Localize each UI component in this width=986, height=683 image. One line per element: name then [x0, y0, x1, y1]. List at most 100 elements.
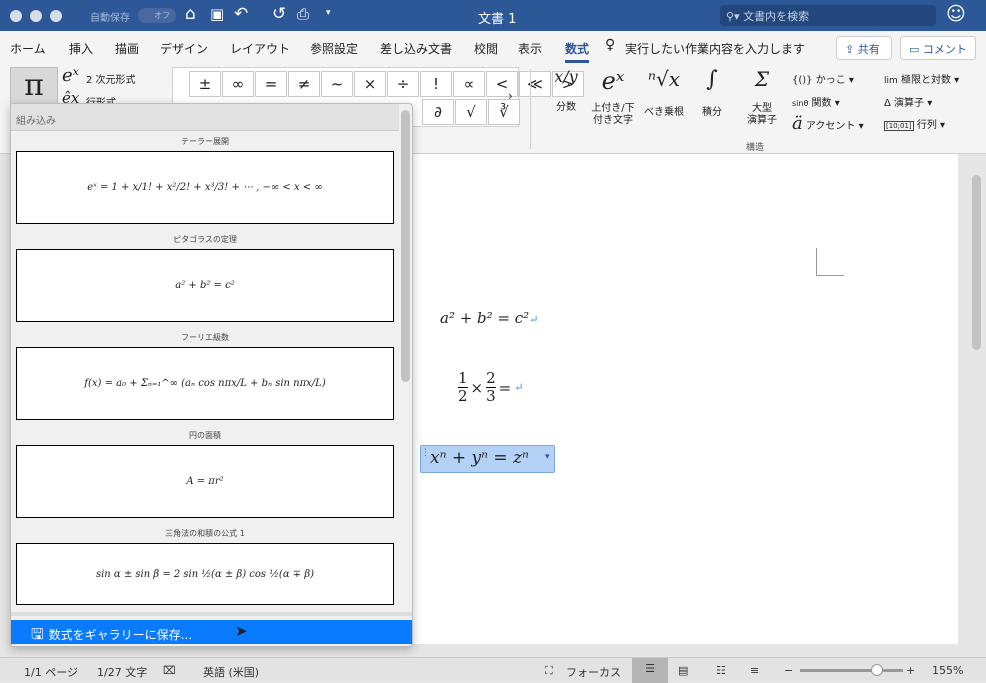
tab-mailings[interactable]: 差し込み文書 — [380, 40, 452, 57]
gallery-item[interactable]: f(x) = a₀ + Σₙ₌₁^∞ (aₙ cos nπx/L + bₙ si… — [16, 347, 394, 420]
gallery-item-title: 円の面積 — [189, 431, 221, 440]
integral-label: 積分 — [702, 107, 722, 118]
symbol-button[interactable]: ! — [420, 71, 452, 97]
integral-button[interactable]: ∫ 積分 — [692, 67, 732, 118]
zoom-slider[interactable] — [800, 664, 903, 676]
symbol-button[interactable]: ≠ — [288, 71, 320, 97]
bracket-button[interactable]: {()} かっこ ▾ — [792, 71, 854, 86]
pi-icon: π — [24, 68, 44, 103]
equation-gallery-dropdown: 組み込み テーラー展開 eˣ = 1 + x/1! + x²/2! + x³/3!… — [10, 103, 413, 647]
script-button[interactable]: eˣ 上付き/下 付き文字 — [588, 67, 638, 127]
zoom-level[interactable]: 155% — [932, 664, 963, 677]
share-button[interactable]: ⇪ 共有 — [836, 36, 892, 60]
close-button[interactable] — [10, 10, 22, 22]
operator-label: 演算子 — [894, 98, 925, 109]
equation-fraction[interactable]: 12 × 23 = ↵ — [458, 370, 523, 405]
radical-button[interactable]: ⁿ√x べき乗根 — [640, 67, 688, 118]
gallery-item[interactable]: a² + b² = c² — [16, 249, 394, 322]
gallery-item-title: フーリエ級数 — [181, 333, 229, 342]
function-button[interactable]: sinθ 関数 ▾ — [792, 94, 840, 109]
symbol-button[interactable]: ∝ — [453, 71, 485, 97]
autosave-toggle[interactable]: オフ — [138, 8, 176, 23]
limit-label: 極限と対数 — [900, 75, 951, 86]
tab-home[interactable]: ホーム — [10, 40, 46, 57]
comment-button[interactable]: ▭ コメント — [900, 36, 976, 60]
word-count[interactable]: 1/27 文字 — [97, 664, 147, 680]
symbol-partial[interactable]: ∂ — [422, 99, 454, 125]
symbol-sqrt[interactable]: √ — [455, 99, 487, 125]
symbol-button[interactable]: ± — [189, 71, 221, 97]
comment-label: コメント — [922, 43, 967, 56]
accent-icon: ä — [792, 113, 803, 134]
symbols-more-icon[interactable]: › — [508, 89, 513, 103]
tab-view[interactable]: 表示 — [518, 40, 542, 57]
save-to-gallery-menu-item[interactable]: 🖫 数式をギャラリーに保存... — [11, 620, 412, 644]
undo-icon[interactable]: ↶ — [234, 4, 248, 24]
gallery-item-title: 三角法の和積の公式 1 — [165, 529, 245, 538]
equation-button[interactable]: π — [10, 67, 58, 107]
focus-icon[interactable]: ⛶ — [545, 664, 553, 678]
draft-icon[interactable]: ≡ — [750, 664, 759, 677]
tab-design[interactable]: デザイン — [160, 40, 208, 57]
gallery-item[interactable]: sin α ± sin β = 2 sin ½(α ± β) cos ½(α ∓… — [16, 543, 394, 605]
focus-button[interactable]: フォーカス — [566, 664, 621, 680]
tab-references[interactable]: 参照設定 — [310, 40, 358, 57]
symbol-button[interactable]: = — [255, 71, 287, 97]
zoom-out-button[interactable]: − — [784, 664, 793, 677]
print-icon[interactable]: ⎙ — [297, 5, 309, 23]
proofing-icon[interactable]: ⌧ — [163, 664, 176, 677]
professional-button[interactable]: 2 次元形式 — [86, 71, 136, 86]
divider — [11, 612, 412, 616]
page-count[interactable]: 1/1 ページ — [24, 664, 78, 680]
symbol-button[interactable]: ≪ — [519, 71, 551, 97]
web-layout-icon[interactable]: ▤ — [678, 664, 688, 677]
professional-icon: eˣ — [62, 65, 80, 86]
gallery-header: 組み込み — [11, 104, 399, 131]
language[interactable]: 英語 (米国) — [203, 664, 259, 680]
zoom-slider-thumb[interactable] — [870, 664, 883, 676]
tab-equation[interactable]: 数式 — [565, 40, 590, 63]
gallery-scrollbar[interactable] — [401, 110, 410, 382]
symbol-button[interactable]: ~ — [321, 71, 353, 97]
save-icon[interactable]: ▣ — [210, 5, 224, 23]
print-layout-button[interactable]: ☰ — [632, 658, 668, 683]
selected-equation[interactable]: ⋮ 𝑥ⁿ + 𝑦ⁿ = 𝑧ⁿ ▾ — [420, 445, 555, 473]
fraction-label: 分数 — [556, 102, 576, 113]
equation-options-icon[interactable]: ▾ — [545, 452, 550, 462]
customize-icon[interactable]: ▾ — [326, 8, 331, 18]
limit-button[interactable]: lim 極限と対数 ▾ — [884, 71, 959, 86]
document-scrollbar[interactable] — [972, 175, 981, 350]
minimize-button[interactable] — [30, 10, 42, 22]
tab-layout[interactable]: レイアウト — [230, 40, 290, 57]
gallery-item[interactable]: A = πr² — [16, 445, 394, 518]
zoom-in-button[interactable]: + — [906, 664, 915, 677]
search-input[interactable]: ⚲▾ 文書内を検索 — [720, 5, 936, 26]
bracket-label: かっこ — [815, 75, 846, 86]
fraction-button[interactable]: x/y 分数 — [548, 67, 584, 113]
outline-icon[interactable]: ☷ — [716, 664, 726, 677]
tell-me-input[interactable]: 実行したい作業内容を入力します — [625, 40, 805, 57]
tab-insert[interactable]: 挿入 — [69, 40, 93, 57]
symbol-cbrt[interactable]: ∛ — [488, 99, 520, 125]
autosave-label: 自動保存 — [90, 13, 130, 24]
symbol-button[interactable]: ÷ — [387, 71, 419, 97]
redo-icon[interactable]: ↺ — [272, 4, 286, 24]
symbol-button[interactable]: ∞ — [222, 71, 254, 97]
tab-review[interactable]: 校閲 — [474, 40, 498, 57]
gallery-item[interactable]: eˣ = 1 + x/1! + x²/2! + x³/3! + ⋯ , −∞ <… — [16, 151, 394, 224]
home-icon[interactable]: ⌂ — [185, 4, 196, 24]
equation-handle-icon[interactable]: ⋮ — [421, 448, 430, 458]
document-page[interactable]: a² + b² = c²↵ 12 × 23 = ↵ ⋮ 𝑥ⁿ + 𝑦ⁿ = 𝑧ⁿ … — [400, 154, 958, 644]
symbol-button[interactable]: < — [486, 71, 518, 97]
smiley-feedback-icon[interactable]: ☺ — [946, 3, 966, 25]
tab-draw[interactable]: 描画 — [115, 40, 139, 57]
symbol-button[interactable]: × — [354, 71, 386, 97]
accent-button[interactable]: ä アクセント ▾ — [792, 113, 864, 134]
limit-icon: lim — [884, 76, 898, 86]
matrix-button[interactable]: [10;01] 行列 ▾ — [884, 116, 945, 131]
matrix-icon: [10;01] — [884, 121, 914, 131]
equation-pythagoras[interactable]: a² + b² = c²↵ — [440, 309, 538, 327]
operator-button[interactable]: Δ 演算子 ▾ — [884, 94, 932, 109]
zoom-button[interactable] — [50, 10, 62, 22]
large-operator-button[interactable]: Σ 大型 演算子 — [742, 67, 782, 127]
